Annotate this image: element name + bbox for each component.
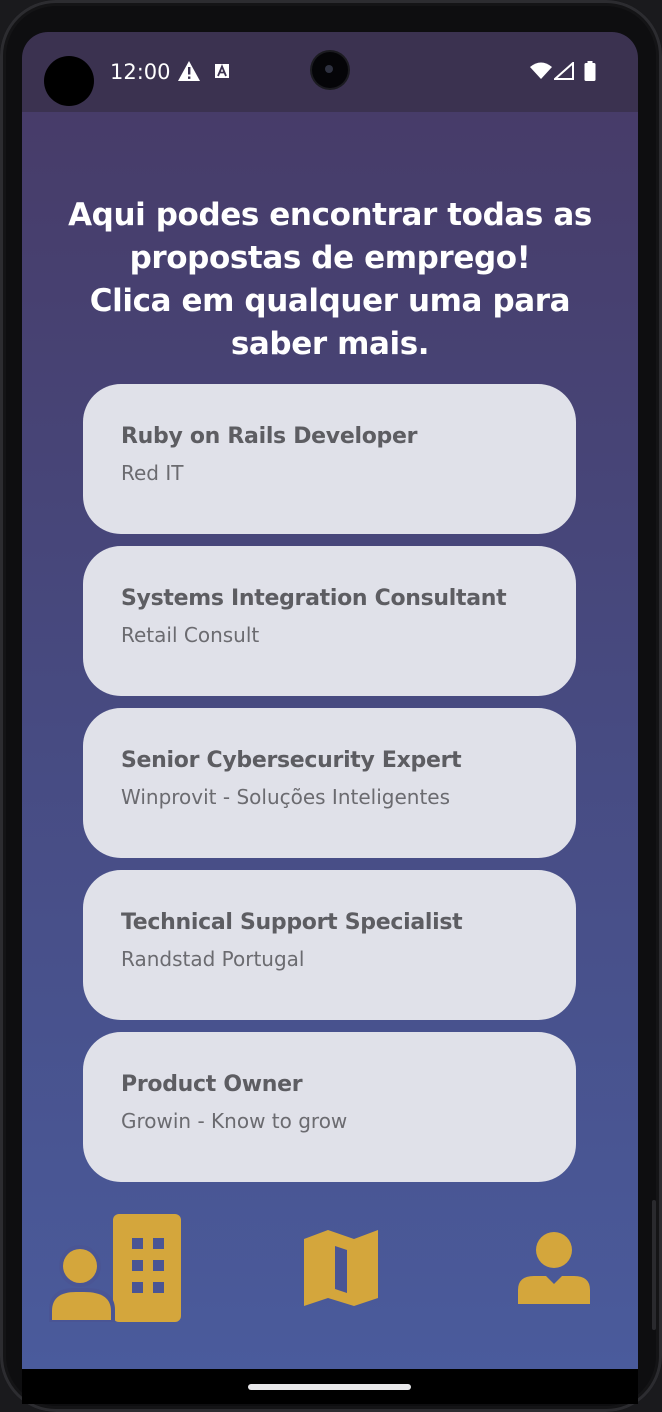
- wifi-icon: [530, 62, 552, 79]
- profile-icon: [518, 1232, 590, 1304]
- jobs-screen: Aqui podes encontrar todas as propostas …: [22, 112, 638, 1369]
- status-bar: 12:00: [22, 32, 638, 112]
- screen: 12:00 Aqui podes encontrar todas as prop…: [22, 32, 638, 1404]
- job-company: Red IT: [121, 461, 184, 485]
- job-title: Senior Cybersecurity Expert: [121, 748, 462, 773]
- title-line: Aqui podes encontrar todas as: [68, 197, 592, 233]
- job-title: Product Owner: [121, 1072, 303, 1097]
- home-indicator[interactable]: [248, 1384, 411, 1390]
- a-notification-icon: [215, 64, 229, 78]
- job-company: Randstad Portugal: [121, 947, 305, 971]
- job-company: Growin - Know to grow: [121, 1109, 348, 1133]
- job-card-technical-support-specialist[interactable]: Technical Support Specialist Randstad Po…: [83, 870, 576, 1020]
- signal-icon: [554, 62, 574, 80]
- page-title: Aqui podes encontrar todas as propostas …: [52, 194, 608, 366]
- title-line: propostas de emprego!: [129, 240, 531, 276]
- map-icon: [304, 1230, 378, 1306]
- title-line: saber mais.: [230, 326, 430, 362]
- job-company: Retail Consult: [121, 623, 260, 647]
- camera-hole-icon: [44, 56, 94, 106]
- side-button: [652, 1200, 656, 1330]
- job-title: Technical Support Specialist: [121, 910, 463, 935]
- bottom-nav: [22, 1212, 638, 1332]
- job-list: Ruby on Rails Developer Red IT Systems I…: [83, 384, 576, 1194]
- job-card-systems-integration-consultant[interactable]: Systems Integration Consultant Retail Co…: [83, 546, 576, 696]
- status-time: 12:00: [110, 60, 171, 84]
- nav-profile-button[interactable]: [516, 1232, 592, 1308]
- warning-icon: [178, 61, 200, 81]
- job-card-ruby-on-rails-developer[interactable]: Ruby on Rails Developer Red IT: [83, 384, 576, 534]
- phone-frame: 12:00 Aqui podes encontrar todas as prop…: [0, 0, 662, 1412]
- job-card-senior-cybersecurity-expert[interactable]: Senior Cybersecurity Expert Winprovit - …: [83, 708, 576, 858]
- job-company: Winprovit - Soluções Inteligentes: [121, 785, 451, 809]
- title-line: Clica em qualquer uma para: [89, 283, 571, 319]
- navigation-gesture-bar: [22, 1369, 638, 1404]
- battery-icon: [584, 61, 596, 81]
- front-camera-icon: [312, 52, 348, 88]
- companies-icon: [49, 1214, 181, 1322]
- job-title: Ruby on Rails Developer: [121, 424, 418, 449]
- nav-map-button[interactable]: [302, 1230, 380, 1310]
- job-title: Systems Integration Consultant: [121, 586, 507, 611]
- job-card-product-owner[interactable]: Product Owner Growin - Know to grow: [83, 1032, 576, 1182]
- nav-companies-button[interactable]: [49, 1214, 181, 1328]
